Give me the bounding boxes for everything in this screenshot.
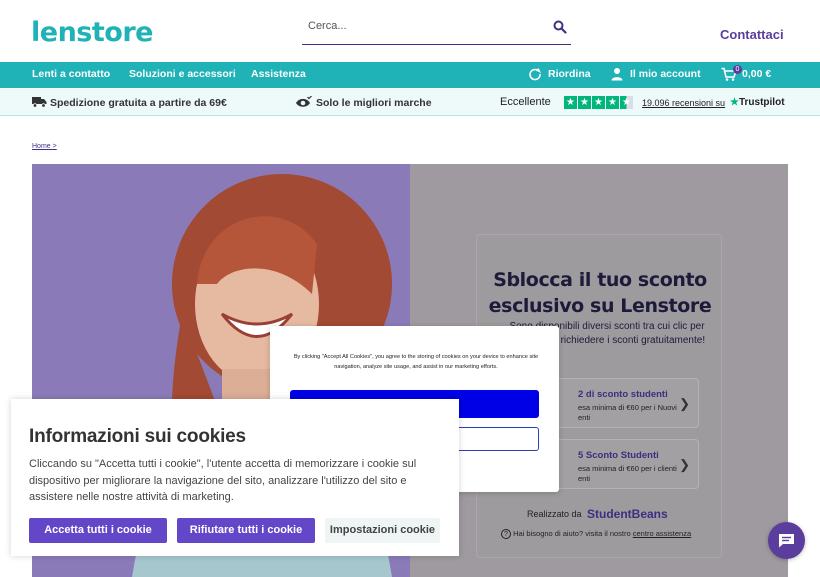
search-input[interactable] (308, 20, 538, 32)
chevron-right-icon: ❯ (679, 457, 690, 472)
main-nav: Lenti a contatto Soluzioni e accessori A… (0, 62, 820, 88)
offer-title: 2 di sconto studenti (578, 389, 668, 400)
trustpilot-logo[interactable]: ★Trustpilot (730, 97, 785, 108)
nav-item-reorder[interactable]: Riordina (548, 68, 591, 80)
search-icon[interactable] (553, 20, 567, 34)
breadcrumb[interactable]: Home > (32, 143, 57, 150)
search-bar (302, 15, 571, 45)
trustpilot-label: Trustpilot (738, 97, 785, 108)
free-shipping-text: Spedizione gratuita a partire da 69€ (50, 97, 227, 109)
chat-icon (779, 534, 794, 548)
made-by-label: Realizzato da (527, 509, 582, 519)
truck-icon (32, 97, 47, 108)
cart-total[interactable]: 0,00 € (742, 68, 771, 80)
trustpilot-star-icon: ★ (730, 97, 739, 108)
cookie-settings-button[interactable]: Impostazioni cookie (325, 518, 440, 543)
cookie-banner: Informazioni sui cookies Cliccando su "A… (11, 399, 459, 556)
accept-all-button[interactable]: Accetta tutti i cookie (29, 518, 167, 543)
chevron-right-icon: ❯ (679, 396, 690, 411)
nav-item-contact-lenses[interactable]: Lenti a contatto (32, 68, 110, 80)
chat-button[interactable] (768, 522, 805, 559)
star-icon: ★ (592, 96, 605, 109)
cart-count-badge: 0 (733, 65, 742, 74)
nav-item-solutions[interactable]: Soluzioni e accessori (129, 68, 236, 80)
reviews-link[interactable]: 19.096 recensioni su (642, 98, 725, 108)
nav-item-account[interactable]: Il mio account (630, 68, 701, 80)
help-center-link[interactable]: centro assistenza (633, 529, 691, 538)
rating-label: Eccellente (500, 96, 551, 108)
studentbeans-logo: StudentBeans (587, 507, 668, 521)
star-icon: ★ (578, 96, 591, 109)
help-icon: ? (501, 529, 511, 539)
consent-text: By clicking "Accept All Cookies", you ag… (293, 354, 539, 370)
trustpilot-stars: ★ ★ ★ ★ ★ (564, 96, 633, 109)
discount-title: Sblocca il tuo sconto esclusivo su Lenst… (488, 269, 712, 317)
help-label: Hai bisogno di aiuto? visita il nostro (513, 529, 631, 538)
help-text: ? Hai bisogno di aiuto? visita il nostro… (501, 529, 691, 539)
benefits-bar: Spedizione gratuita a partire da 69€ Sol… (0, 89, 820, 116)
lenstore-logo[interactable]: lenstore (31, 17, 153, 48)
cookie-text: Cliccando su "Accetta tutti i cookie", l… (29, 458, 417, 503)
eye-icon (296, 96, 312, 107)
nav-item-assistance[interactable]: Assistenza (251, 68, 306, 80)
offer-text: esa minima di €60 per i clienti enti (578, 464, 677, 483)
contact-link[interactable]: Contattaci (720, 27, 784, 42)
star-icon: ★ (564, 96, 577, 109)
offer-title: 5 Sconto Studenti (578, 450, 659, 461)
offer-text: esa minima di €60 per i Nuovi enti (578, 403, 677, 422)
reject-all-button[interactable]: Rifiutare tutti i cookie (177, 518, 315, 543)
cookie-title: Informazioni sui cookies (29, 426, 246, 447)
reorder-icon (529, 68, 542, 81)
account-icon (611, 68, 623, 81)
best-brands-text: Solo le migliori marche (316, 97, 432, 109)
star-half-icon: ★ (620, 96, 633, 109)
star-icon: ★ (606, 96, 619, 109)
